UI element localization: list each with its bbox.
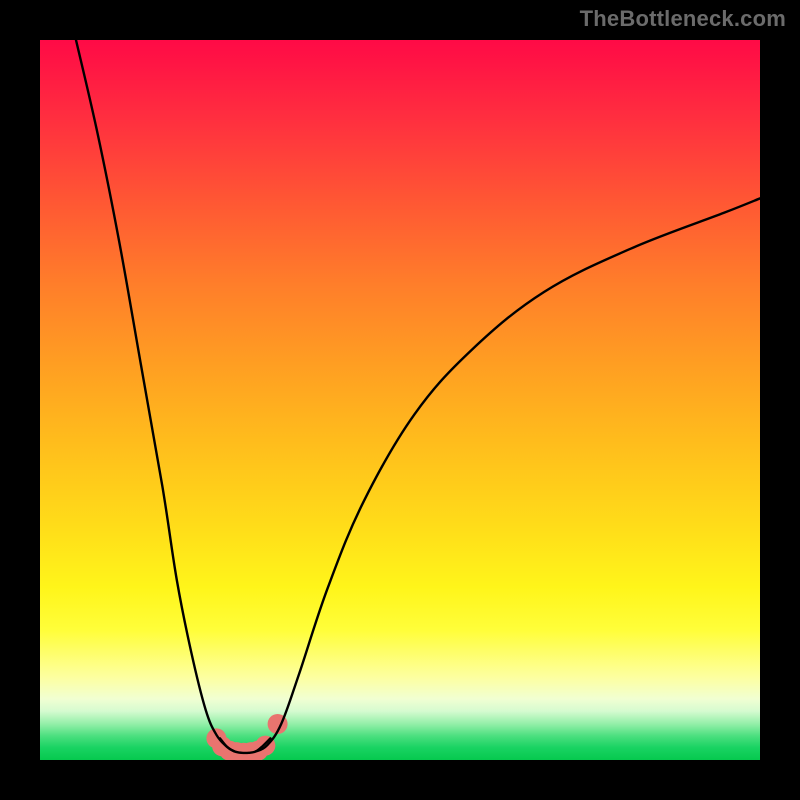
curve-left-branch	[76, 40, 234, 751]
watermark-text: TheBottleneck.com	[580, 6, 786, 32]
plot-area	[40, 40, 760, 760]
bottleneck-curve-svg	[40, 40, 760, 760]
curve-right-branch	[256, 198, 760, 751]
chart-frame: TheBottleneck.com	[0, 0, 800, 800]
